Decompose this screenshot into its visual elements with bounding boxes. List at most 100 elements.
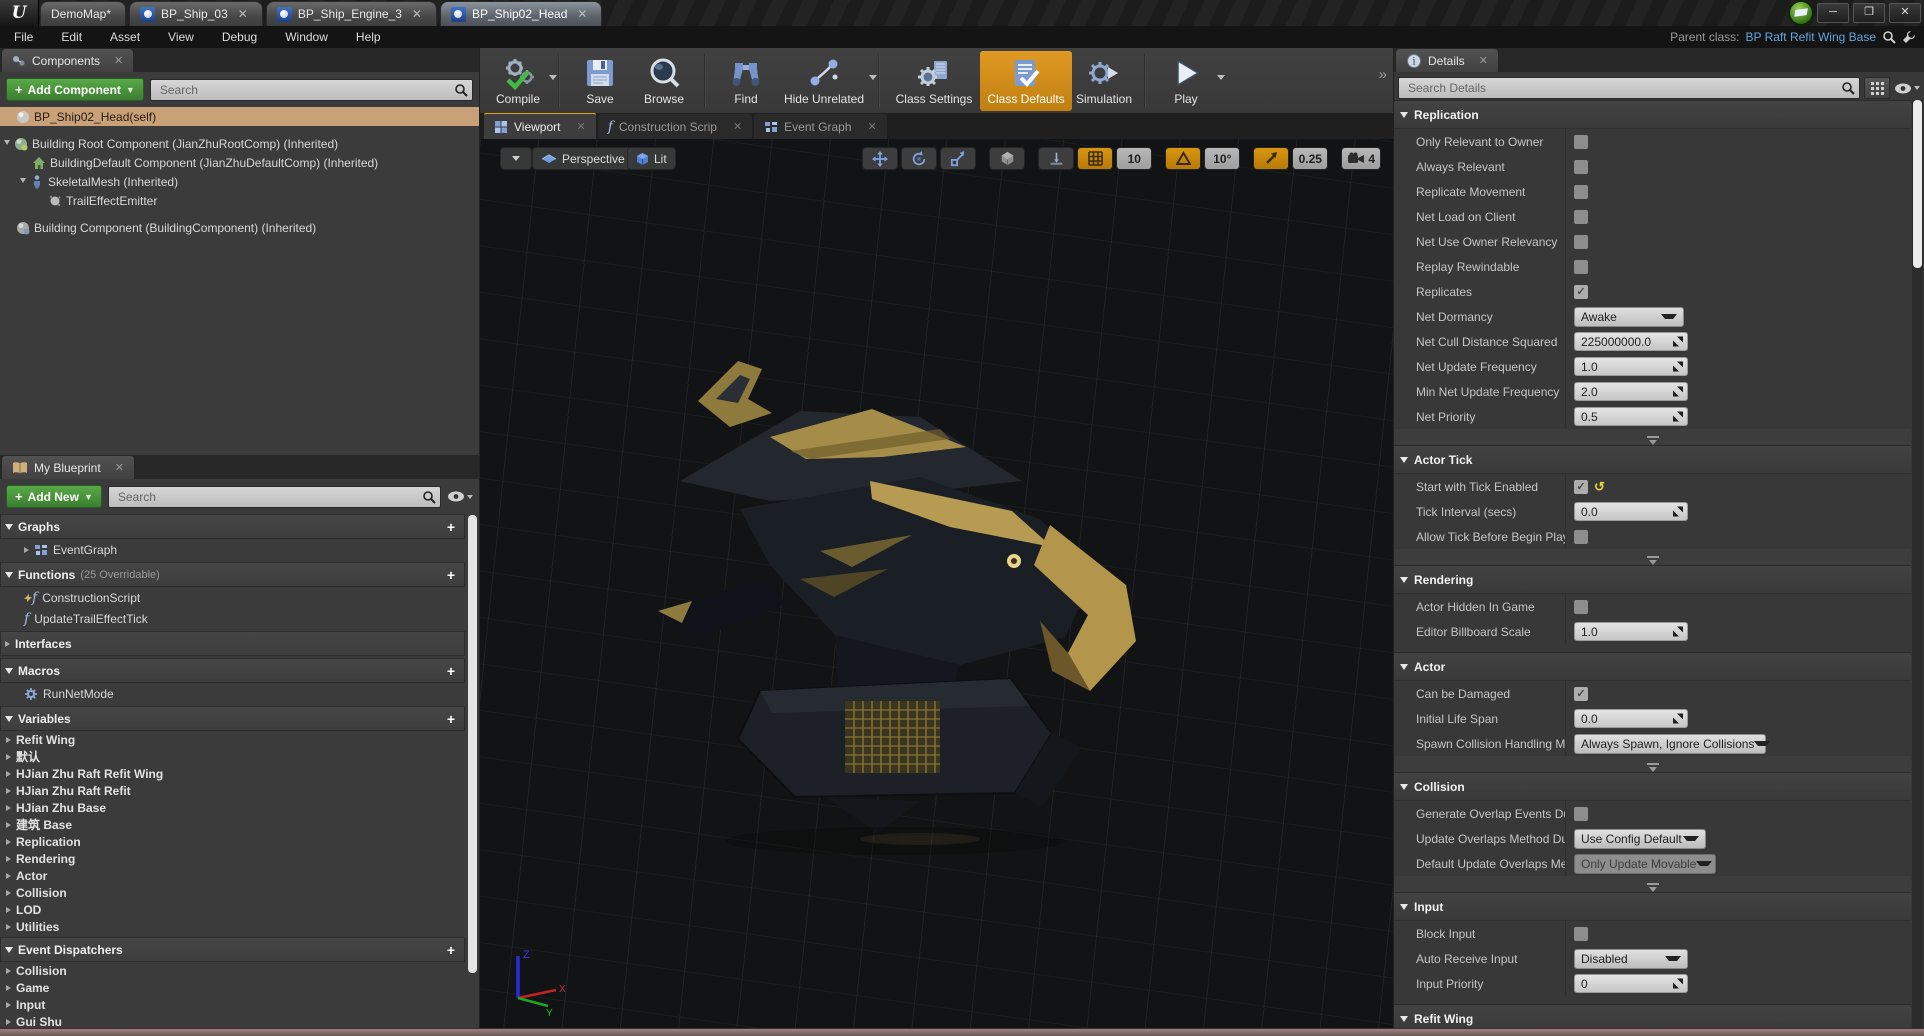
number-field[interactable]: 0.5 — [1574, 407, 1688, 426]
component-row[interactable]: Building Root Component (JianZhuRootComp… — [0, 134, 479, 153]
checkbox[interactable] — [1574, 927, 1588, 941]
window-tab-bp-ship02-head[interactable]: BP_Ship02_Head✕ — [440, 1, 602, 26]
expander-open-icon[interactable] — [1400, 904, 1408, 910]
menu-debug[interactable]: Debug — [208, 30, 271, 44]
window-tab-demomap-[interactable]: DemoMap* — [40, 1, 126, 26]
expander-open-icon[interactable] — [5, 668, 13, 674]
viewport-3d[interactable]: Perspective Lit 1010°0.254 Z X Y — [480, 139, 1393, 1036]
details-scrollbar-thumb[interactable] — [1913, 100, 1922, 268]
number-field[interactable]: 1.0 — [1574, 357, 1688, 376]
add-icon[interactable]: + — [442, 942, 460, 958]
section-header-macros[interactable]: Macros+ — [0, 658, 465, 683]
add-icon[interactable]: + — [442, 663, 460, 679]
rotation-snap-toggle[interactable] — [1165, 147, 1201, 170]
window-tab-bp-ship-engine-3[interactable]: BP_Ship_Engine_3✕ — [266, 1, 437, 26]
variable-category[interactable]: Collision — [0, 884, 465, 901]
expander-open-icon[interactable] — [1400, 457, 1408, 463]
my-blueprint-scrollbar[interactable] — [468, 515, 477, 973]
move-tool-button[interactable] — [862, 147, 898, 170]
compile-button[interactable]: Compile — [486, 51, 550, 111]
list-item[interactable]: EventGraph — [0, 539, 465, 560]
expander-closed-icon[interactable] — [6, 856, 11, 862]
play-button[interactable]: Play — [1154, 51, 1218, 111]
number-field[interactable]: 0.0 — [1574, 502, 1688, 521]
expander-open-icon[interactable] — [1400, 664, 1408, 670]
variable-category[interactable]: Game — [0, 979, 465, 996]
checkbox[interactable] — [1574, 160, 1588, 174]
variable-category[interactable]: 建筑 Base — [0, 816, 465, 833]
details-section-collision[interactable]: Collision — [1394, 772, 1911, 801]
checkbox[interactable] — [1574, 260, 1588, 274]
browse-button[interactable]: Browse — [632, 51, 696, 111]
menu-file[interactable]: File — [0, 30, 47, 44]
add-icon[interactable]: + — [442, 519, 460, 535]
checkbox[interactable] — [1574, 807, 1588, 821]
components-search-input[interactable] — [158, 82, 454, 98]
checkbox[interactable]: ✓ — [1574, 687, 1588, 701]
dropdown-field[interactable]: Use Config Default — [1574, 829, 1706, 849]
expander-closed-icon[interactable] — [6, 1019, 11, 1025]
menu-asset[interactable]: Asset — [96, 30, 154, 44]
expander-closed-icon[interactable] — [6, 822, 11, 828]
toolbar-overflow-chevron[interactable]: » — [1379, 66, 1387, 83]
expander-closed-icon[interactable] — [6, 839, 11, 845]
expander-closed-icon[interactable] — [6, 890, 11, 896]
expander-closed-icon[interactable] — [6, 968, 11, 974]
checkbox[interactable] — [1574, 600, 1588, 614]
add-icon[interactable]: + — [442, 711, 460, 727]
camera-speed-button[interactable]: 4 — [1341, 147, 1381, 170]
parent-class-link[interactable]: BP Raft Refit Wing Base — [1746, 30, 1877, 44]
advanced-expander[interactable] — [1394, 549, 1911, 565]
details-section-actor[interactable]: Actor — [1394, 652, 1911, 681]
expander-open-icon[interactable] — [1400, 1016, 1408, 1022]
advanced-expander[interactable] — [1394, 756, 1911, 772]
variable-category[interactable]: HJian Zhu Raft Refit Wing — [0, 765, 465, 782]
window-tab-bp-ship-03[interactable]: BP_Ship_03✕ — [129, 1, 263, 26]
tab-components[interactable]: Components ✕ — [2, 49, 133, 72]
close-icon[interactable]: ✕ — [412, 7, 422, 21]
close-icon[interactable]: ✕ — [868, 120, 877, 133]
variable-category[interactable]: Replication — [0, 833, 465, 850]
expander-closed-icon[interactable] — [6, 771, 11, 777]
section-header-event-dispatchers[interactable]: Event Dispatchers+ — [0, 937, 465, 962]
number-field[interactable]: 225000000.0 — [1574, 332, 1688, 351]
list-item[interactable]: fUpdateTrailEffectTick — [0, 608, 465, 629]
close-icon[interactable]: ✕ — [1479, 54, 1488, 67]
expander-closed-icon[interactable] — [6, 788, 11, 794]
checkbox[interactable] — [1574, 135, 1588, 149]
eye-icon[interactable] — [447, 491, 473, 502]
add-icon[interactable]: + — [442, 567, 460, 583]
find-button[interactable]: Find — [714, 51, 778, 111]
minimize-button[interactable]: ─ — [1817, 3, 1849, 23]
rotation-snap-size-button[interactable]: 10° — [1204, 147, 1240, 170]
details-section-replication[interactable]: Replication — [1394, 100, 1911, 129]
expander-open-icon[interactable] — [4, 140, 10, 148]
scale-tool-button[interactable] — [940, 147, 976, 170]
grid-snap-toggle[interactable] — [1077, 147, 1113, 170]
chevron-down-icon[interactable] — [1217, 75, 1225, 80]
search-icon[interactable] — [1882, 30, 1896, 44]
advanced-expander[interactable] — [1394, 429, 1911, 445]
hide-unrelated-button[interactable]: Hide Unrelated — [778, 51, 870, 111]
menu-help[interactable]: Help — [342, 30, 395, 44]
surface-snap-toggle[interactable] — [1038, 147, 1074, 170]
expander-closed-icon[interactable] — [6, 985, 11, 991]
section-header-functions[interactable]: Functions(25 Overridable)+ — [0, 562, 465, 587]
section-header-interfaces[interactable]: Interfaces — [0, 631, 465, 656]
menu-view[interactable]: View — [154, 30, 208, 44]
section-header-variables[interactable]: Variables+ — [0, 706, 465, 731]
number-field[interactable]: 0.0 — [1574, 709, 1688, 728]
tab-construction-scrip[interactable]: fConstruction Scrip✕ — [598, 114, 752, 139]
list-item[interactable]: fConstructionScript — [0, 587, 465, 608]
expander-open-icon[interactable] — [1400, 577, 1408, 583]
expander-closed-icon[interactable] — [5, 641, 10, 647]
expander-closed-icon[interactable] — [6, 805, 11, 811]
dropdown-field[interactable]: Always Spawn, Ignore Collisions — [1574, 734, 1766, 754]
variable-category[interactable]: HJian Zhu Base — [0, 799, 465, 816]
scale-snap-toggle[interactable] — [1253, 147, 1289, 170]
save-button[interactable]: Save — [568, 51, 632, 111]
perspective-button[interactable]: Perspective — [532, 147, 634, 170]
number-field[interactable]: 2.0 — [1574, 382, 1688, 401]
expander-closed-icon[interactable] — [24, 547, 29, 553]
lit-mode-button[interactable]: Lit — [627, 147, 676, 170]
